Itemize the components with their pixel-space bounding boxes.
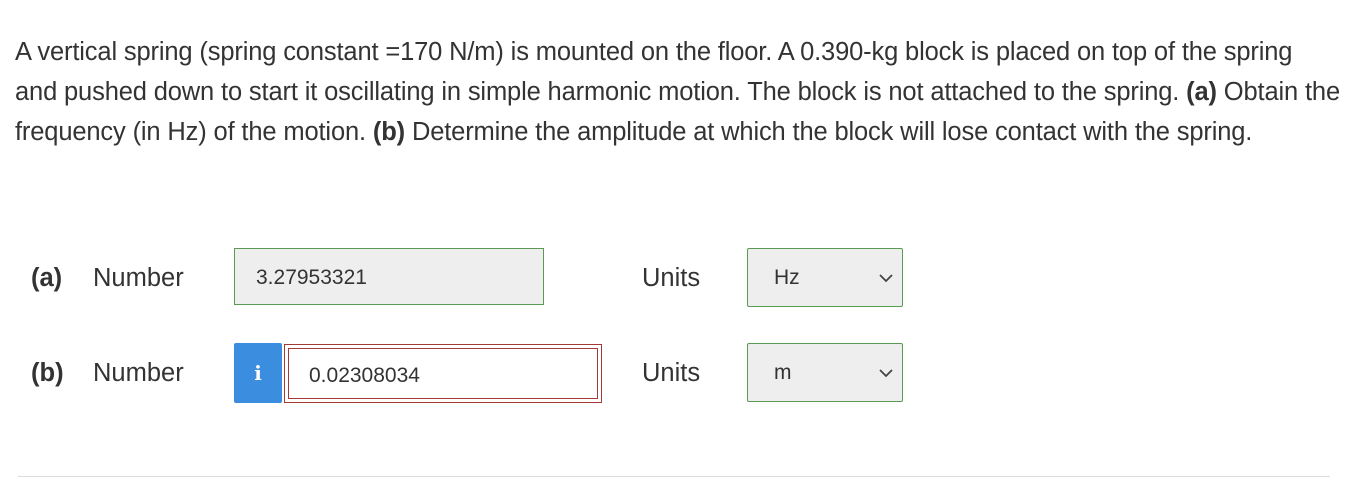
question-text: A vertical spring (spring constant =170 … bbox=[15, 32, 1340, 152]
part-b-units-label: Units bbox=[642, 359, 701, 387]
question-part-a-marker: (a) bbox=[1186, 78, 1217, 106]
question-text-part-1: A vertical spring (spring constant =170 … bbox=[15, 38, 1293, 106]
question-part-b-marker: (b) bbox=[372, 118, 406, 146]
part-b-answer-value: 0.02308034 bbox=[309, 364, 420, 387]
answer-row-b: (b) Number i 0.02308034 Units m bbox=[0, 343, 1366, 403]
part-b-units-selected: m bbox=[774, 361, 792, 384]
part-b-units-select[interactable]: m bbox=[747, 343, 903, 402]
chevron-down-icon bbox=[879, 369, 893, 378]
divider bbox=[18, 476, 1330, 477]
question-text-part-3: Determine the amplitude at which the blo… bbox=[405, 118, 1253, 146]
part-a-answer-value: 3.27953321 bbox=[256, 266, 367, 289]
part-a-units-label: Units bbox=[642, 264, 701, 292]
part-b-number-label: Number bbox=[93, 359, 184, 387]
part-b-answer-input[interactable]: 0.02308034 bbox=[284, 344, 602, 403]
answer-row-a: (a) Number 3.27953321 Units Hz bbox=[0, 248, 1366, 308]
info-icon[interactable]: i bbox=[234, 343, 282, 403]
part-a-answer-input[interactable]: 3.27953321 bbox=[234, 248, 544, 305]
part-a-label: (a) bbox=[31, 264, 63, 292]
part-a-number-label: Number bbox=[93, 264, 184, 292]
part-b-answer-inner-border: 0.02308034 bbox=[288, 348, 598, 399]
part-a-units-select[interactable]: Hz bbox=[747, 248, 903, 307]
chevron-down-icon bbox=[879, 274, 893, 283]
part-a-units-selected: Hz bbox=[774, 266, 800, 289]
part-b-label: (b) bbox=[31, 359, 64, 387]
